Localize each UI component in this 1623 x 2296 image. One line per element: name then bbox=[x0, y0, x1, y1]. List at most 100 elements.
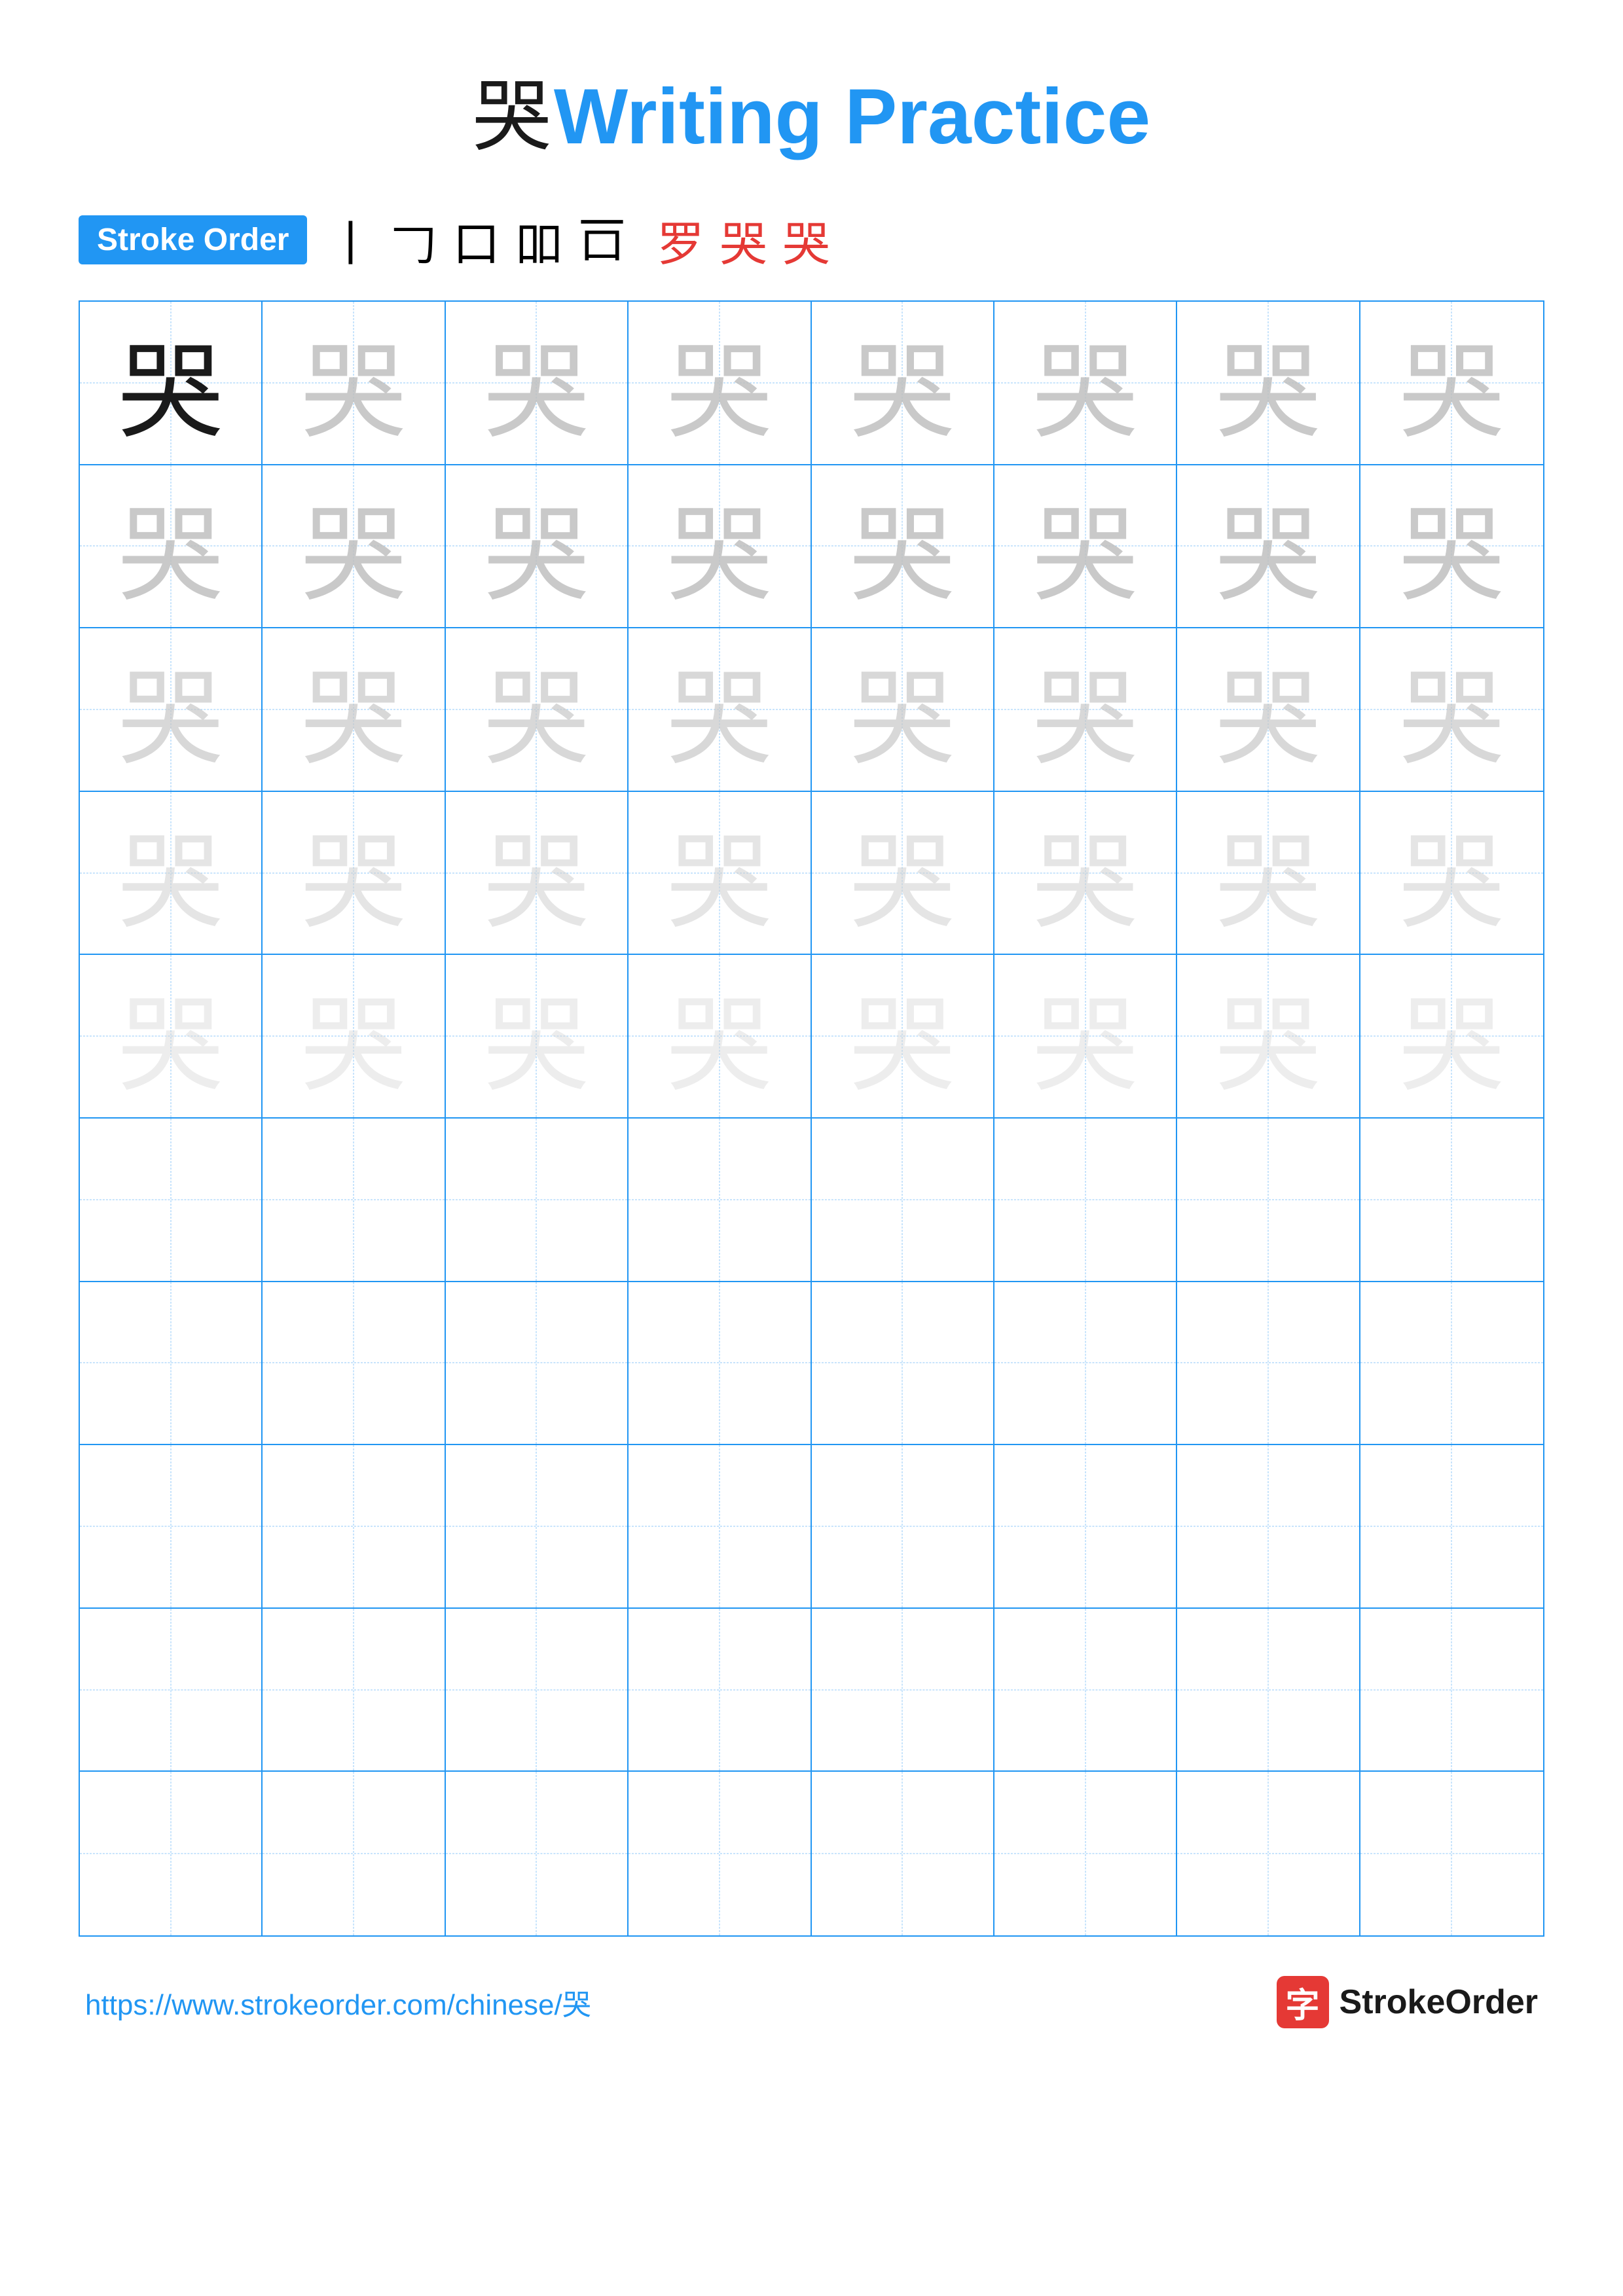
grid-cell[interactable] bbox=[994, 1445, 1177, 1609]
grid-cell[interactable] bbox=[80, 1282, 263, 1446]
grid-cell[interactable] bbox=[80, 1445, 263, 1609]
cell-character: 哭 bbox=[484, 307, 589, 459]
grid-cell[interactable]: 哭 bbox=[812, 628, 994, 792]
grid-cell[interactable] bbox=[1177, 1119, 1360, 1282]
grid-cell[interactable] bbox=[629, 1119, 811, 1282]
grid-cell[interactable] bbox=[629, 1609, 811, 1772]
grid-cell[interactable] bbox=[812, 1609, 994, 1772]
grid-cell[interactable]: 哭 bbox=[263, 628, 445, 792]
grid-cell[interactable]: 哭 bbox=[1360, 792, 1543, 956]
cell-character: 哭 bbox=[1033, 960, 1138, 1112]
grid-cell[interactable] bbox=[263, 1445, 445, 1609]
grid-cell[interactable]: 哭 bbox=[812, 465, 994, 629]
grid-cell[interactable]: 哭 bbox=[994, 465, 1177, 629]
grid-cell[interactable]: 哭 bbox=[1177, 792, 1360, 956]
grid-cell[interactable] bbox=[1360, 1445, 1543, 1609]
grid-cell[interactable]: 哭 bbox=[629, 465, 811, 629]
grid-cell[interactable] bbox=[1177, 1445, 1360, 1609]
logo-icon: 字 bbox=[1277, 1976, 1329, 2028]
grid-cell[interactable] bbox=[629, 1772, 811, 1935]
grid-cell[interactable]: 哭 bbox=[1360, 628, 1543, 792]
cell-character: 哭 bbox=[850, 634, 955, 785]
grid-cell[interactable]: 哭 bbox=[80, 465, 263, 629]
grid-cell[interactable] bbox=[446, 1445, 629, 1609]
grid-cell[interactable]: 哭 bbox=[80, 955, 263, 1119]
stroke-9: 哭 bbox=[783, 206, 830, 274]
page: 哭 Writing Practice Stroke Order 丨 𠃌 口 吅 … bbox=[0, 0, 1623, 2296]
grid-cell[interactable] bbox=[80, 1609, 263, 1772]
grid-cell[interactable] bbox=[446, 1119, 629, 1282]
grid-cell[interactable]: 哭 bbox=[1177, 955, 1360, 1119]
grid-cell[interactable]: 哭 bbox=[446, 302, 629, 465]
grid-cell[interactable] bbox=[1360, 1609, 1543, 1772]
grid-cell[interactable] bbox=[80, 1772, 263, 1935]
grid-cell[interactable]: 哭 bbox=[994, 792, 1177, 956]
grid-cell[interactable] bbox=[446, 1772, 629, 1935]
grid-cell[interactable] bbox=[1177, 1772, 1360, 1935]
grid-cell[interactable]: 哭 bbox=[446, 628, 629, 792]
grid-cell[interactable] bbox=[446, 1609, 629, 1772]
grid-cell[interactable] bbox=[263, 1282, 445, 1446]
stroke-8: 哭 bbox=[720, 206, 767, 274]
grid-cell[interactable]: 哭 bbox=[812, 302, 994, 465]
grid-cell[interactable]: 哭 bbox=[446, 792, 629, 956]
grid-cell[interactable]: 哭 bbox=[263, 792, 445, 956]
grid-cell[interactable]: 哭 bbox=[1177, 302, 1360, 465]
grid-cell[interactable]: 哭 bbox=[80, 628, 263, 792]
cell-character: 哭 bbox=[1033, 470, 1138, 622]
cell-character: 哭 bbox=[850, 797, 955, 949]
grid-cell[interactable]: 哭 bbox=[629, 792, 811, 956]
grid-cell[interactable] bbox=[263, 1772, 445, 1935]
cell-character: 哭 bbox=[301, 307, 406, 459]
grid-cell[interactable] bbox=[1360, 1119, 1543, 1282]
grid-cell[interactable]: 哭 bbox=[263, 955, 445, 1119]
footer-url: https://www.strokeorder.com/chinese/哭 bbox=[85, 1981, 591, 2023]
cell-character: 哭 bbox=[119, 307, 223, 459]
grid-cell[interactable] bbox=[812, 1282, 994, 1446]
grid-cell[interactable]: 哭 bbox=[629, 955, 811, 1119]
grid-cell[interactable] bbox=[812, 1119, 994, 1282]
grid-cell[interactable]: 哭 bbox=[1177, 465, 1360, 629]
grid-cell[interactable]: 哭 bbox=[629, 302, 811, 465]
grid-cell[interactable]: 哭 bbox=[80, 302, 263, 465]
grid-cell[interactable] bbox=[263, 1609, 445, 1772]
grid-cell[interactable] bbox=[994, 1119, 1177, 1282]
grid-cell[interactable] bbox=[994, 1282, 1177, 1446]
grid-cell[interactable] bbox=[812, 1772, 994, 1935]
grid-cell[interactable] bbox=[263, 1119, 445, 1282]
grid-cell[interactable] bbox=[629, 1445, 811, 1609]
grid-cell[interactable] bbox=[994, 1772, 1177, 1935]
grid-cell[interactable]: 哭 bbox=[263, 302, 445, 465]
grid-cell[interactable]: 哭 bbox=[629, 628, 811, 792]
grid-cell[interactable] bbox=[80, 1119, 263, 1282]
grid-cell[interactable] bbox=[1360, 1282, 1543, 1446]
grid-cell[interactable] bbox=[994, 1609, 1177, 1772]
grid-cell[interactable]: 哭 bbox=[994, 955, 1177, 1119]
grid-cell[interactable]: 哭 bbox=[994, 628, 1177, 792]
grid-cell[interactable]: 哭 bbox=[812, 792, 994, 956]
grid-cell[interactable] bbox=[629, 1282, 811, 1446]
grid-cell[interactable]: 哭 bbox=[994, 302, 1177, 465]
grid-cell[interactable]: 哭 bbox=[446, 465, 629, 629]
cell-character: 哭 bbox=[119, 960, 223, 1112]
cell-character: 哭 bbox=[119, 797, 223, 949]
grid-cell[interactable] bbox=[446, 1282, 629, 1446]
grid-cell[interactable] bbox=[1177, 1282, 1360, 1446]
grid-cell[interactable]: 哭 bbox=[446, 955, 629, 1119]
cell-character: 哭 bbox=[484, 797, 589, 949]
grid-cell[interactable] bbox=[1360, 1772, 1543, 1935]
grid-cell[interactable]: 哭 bbox=[1360, 955, 1543, 1119]
cell-character: 哭 bbox=[301, 797, 406, 949]
stroke-order-row: Stroke Order 丨 𠃌 口 吅 𠮛 𠮜 罗 哭 哭 bbox=[79, 206, 1544, 274]
grid-cell[interactable]: 哭 bbox=[812, 955, 994, 1119]
cell-character: 哭 bbox=[667, 307, 772, 459]
grid-cell[interactable]: 哭 bbox=[80, 792, 263, 956]
grid-cell[interactable] bbox=[1177, 1609, 1360, 1772]
cell-character: 哭 bbox=[667, 797, 772, 949]
grid-cell[interactable] bbox=[812, 1445, 994, 1609]
grid-cell[interactable]: 哭 bbox=[1177, 628, 1360, 792]
cell-character: 哭 bbox=[1399, 960, 1504, 1112]
grid-cell[interactable]: 哭 bbox=[1360, 302, 1543, 465]
grid-cell[interactable]: 哭 bbox=[1360, 465, 1543, 629]
grid-cell[interactable]: 哭 bbox=[263, 465, 445, 629]
